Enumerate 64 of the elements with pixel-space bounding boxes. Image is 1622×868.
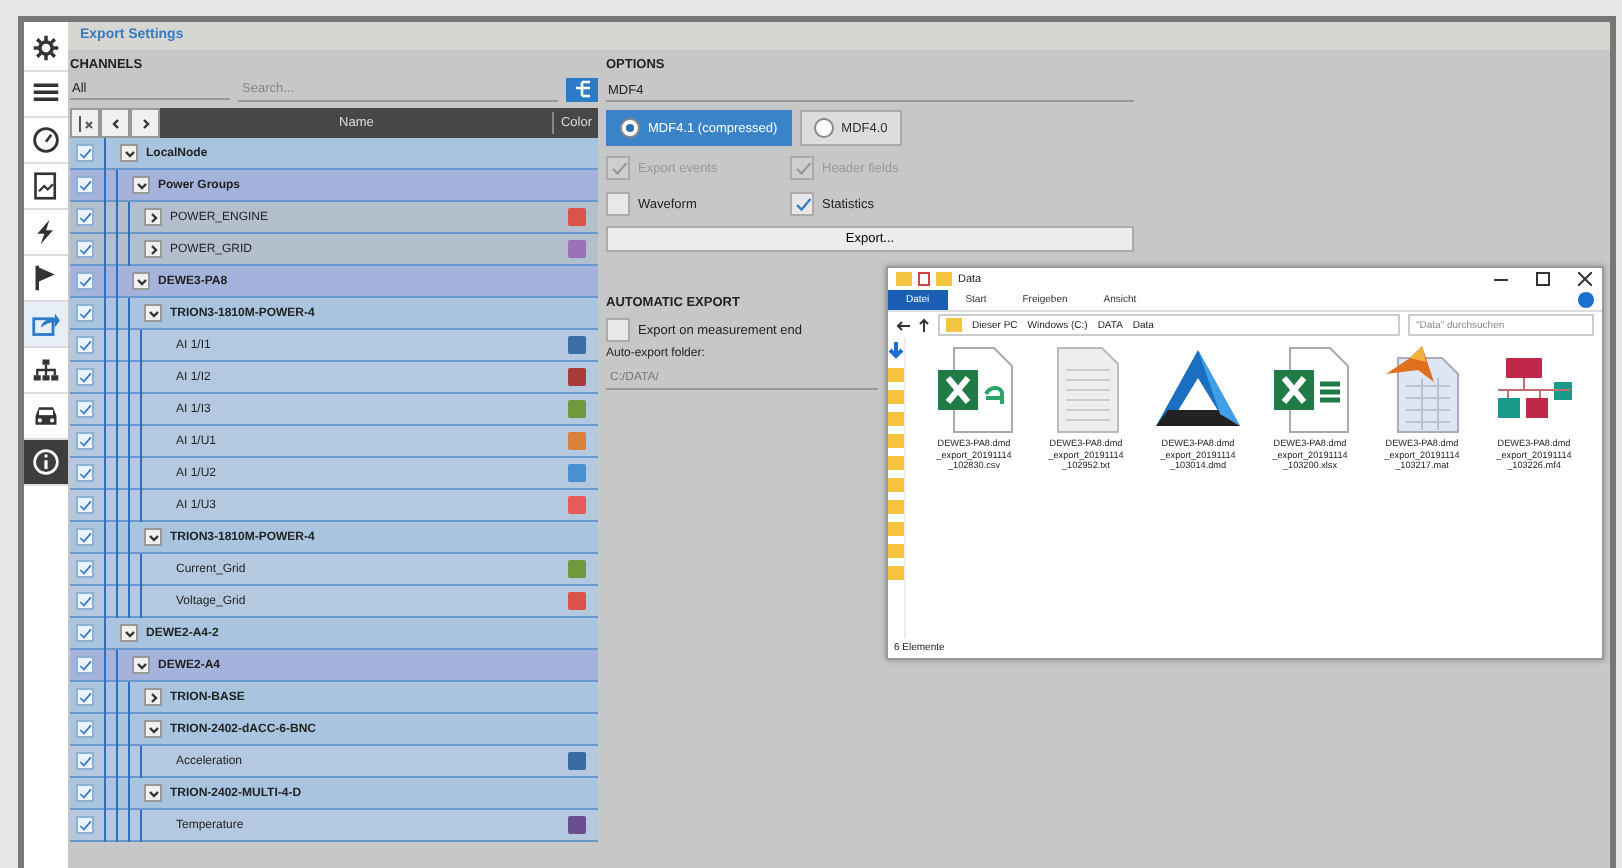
expander[interactable] xyxy=(144,528,162,546)
back-button[interactable] xyxy=(100,108,130,138)
checkbox[interactable] xyxy=(76,400,94,418)
checkbox[interactable] xyxy=(76,368,94,386)
back-arrow-icon[interactable] xyxy=(896,319,910,331)
checkbox[interactable] xyxy=(76,144,94,162)
report-icon xyxy=(32,172,60,200)
expander[interactable] xyxy=(144,720,162,738)
expander[interactable] xyxy=(120,144,138,162)
expander[interactable] xyxy=(144,688,162,706)
export-icon xyxy=(32,310,60,338)
checkbox[interactable] xyxy=(76,624,94,642)
checkbox[interactable] xyxy=(76,784,94,802)
hierarchy-icon xyxy=(573,80,591,98)
folder-icon xyxy=(936,272,952,286)
gauge-icon xyxy=(32,126,60,154)
download-icon[interactable] xyxy=(888,342,904,360)
maximize-icon xyxy=(1535,272,1549,286)
checkbox[interactable] xyxy=(76,656,94,674)
close-icon xyxy=(1577,272,1591,286)
clear-filter-icon xyxy=(77,115,93,131)
data-file-icon xyxy=(1382,346,1462,434)
checkbox[interactable] xyxy=(76,432,94,450)
chevron-right-icon xyxy=(139,117,151,129)
expander[interactable] xyxy=(132,272,150,290)
checkbox[interactable] xyxy=(76,688,94,706)
expander[interactable] xyxy=(132,176,150,194)
expander[interactable] xyxy=(132,656,150,674)
checkbox[interactable] xyxy=(76,208,94,226)
checkbox[interactable] xyxy=(76,720,94,738)
checkbox[interactable] xyxy=(76,464,94,482)
folder-icon xyxy=(896,272,912,286)
car-icon xyxy=(32,402,60,430)
checkbox[interactable] xyxy=(76,176,94,194)
document-icon xyxy=(918,272,930,286)
chevron-left-icon xyxy=(109,117,121,129)
folder-icon xyxy=(946,318,962,332)
checkbox[interactable] xyxy=(76,752,94,770)
checkbox[interactable] xyxy=(76,496,94,514)
forward-button[interactable] xyxy=(130,108,160,138)
expander[interactable] xyxy=(144,304,162,322)
spreadsheet-file-icon xyxy=(934,346,1014,434)
up-arrow-icon[interactable] xyxy=(918,318,930,332)
clear-filter-button[interactable] xyxy=(70,108,100,138)
expander[interactable] xyxy=(144,784,162,802)
expander[interactable] xyxy=(144,208,162,226)
flag-icon xyxy=(32,264,60,292)
checkmark-icon xyxy=(609,159,627,177)
checkbox[interactable] xyxy=(76,240,94,258)
tree-view-button[interactable] xyxy=(566,77,598,101)
gear-icon xyxy=(32,34,60,62)
expander[interactable] xyxy=(120,624,138,642)
checkbox[interactable] xyxy=(76,304,94,322)
checkbox[interactable] xyxy=(76,816,94,834)
checkbox[interactable] xyxy=(76,336,94,354)
checkbox[interactable] xyxy=(76,272,94,290)
checkbox[interactable] xyxy=(76,528,94,546)
info-icon xyxy=(32,448,60,476)
hierarchy-icon xyxy=(32,356,60,384)
checkbox[interactable] xyxy=(76,592,94,610)
sidebar-button[interactable] xyxy=(24,440,68,486)
checkbox[interactable] xyxy=(76,560,94,578)
spreadsheet-file-icon xyxy=(1270,346,1350,434)
expander[interactable] xyxy=(144,240,162,258)
